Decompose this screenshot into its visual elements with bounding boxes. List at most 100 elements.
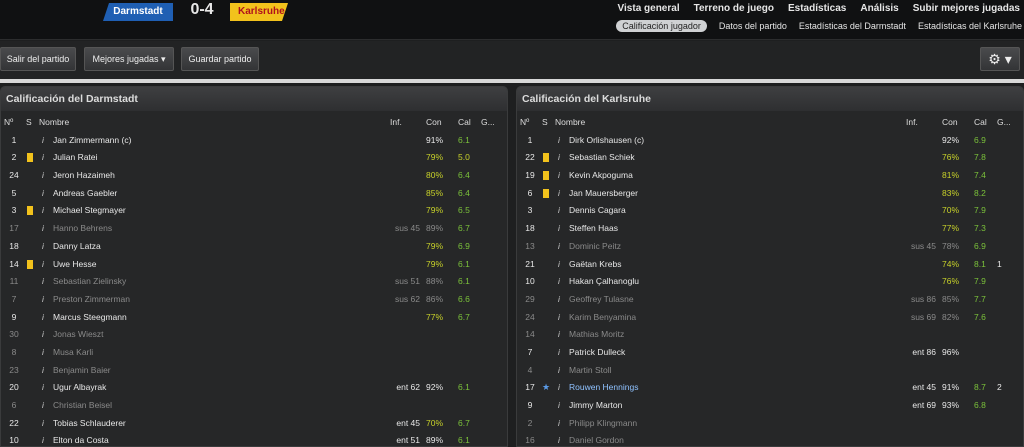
col-name[interactable]: Nombre [39,114,69,132]
table-row[interactable]: 7 i Patrick Dulleck ent 86 96% [517,344,1023,362]
table-row[interactable]: 7 i Preston Zimmerman sus 62 86% 6.6 [1,291,507,309]
player-name[interactable]: Sebastian Zielinsky [53,273,126,291]
col-condition[interactable]: Con [942,114,968,132]
player-name[interactable]: Sebastian Schiek [569,149,635,167]
col-number[interactable]: Nº [4,114,24,132]
table-row[interactable]: 3 i Michael Stegmayer 79% 6.5 [1,202,507,220]
player-name[interactable]: Steffen Haas [569,220,618,238]
info-icon[interactable]: i [42,379,44,397]
table-row[interactable]: 13 i Dominic Peitz sus 45 78% 6.9 [517,238,1023,256]
info-icon[interactable]: i [558,344,560,362]
col-number[interactable]: Nº [520,114,540,132]
player-name[interactable]: Jimmy Marton [569,397,622,415]
player-name[interactable]: Marcus Steegmann [53,309,127,327]
player-name[interactable]: Jan Zimmermann (c) [53,132,131,150]
table-row[interactable]: 5 i Andreas Gaebler 85% 6.4 [1,185,507,203]
col-name[interactable]: Nombre [555,114,585,132]
player-name[interactable]: Hanno Behrens [53,220,112,238]
nav-analysis[interactable]: Análisis [860,3,898,14]
info-icon[interactable]: i [558,362,560,380]
col-status[interactable]: S [26,114,34,132]
table-row[interactable]: 16 i Daniel Gordon [517,432,1023,446]
info-icon[interactable]: i [558,167,560,185]
player-name[interactable]: Philipp Klingmann [569,415,637,433]
player-name[interactable]: Musa Karli [53,344,93,362]
table-row[interactable]: 6 i Christian Beisel [1,397,507,415]
info-icon[interactable]: i [558,185,560,203]
player-name[interactable]: Preston Zimmerman [53,291,130,309]
player-name[interactable]: Julian Ratei [53,149,97,167]
table-row[interactable]: 9 i Marcus Steegmann 77% 6.7 [1,309,507,327]
highlights-dropdown-button[interactable]: Mejores jugadas ▾ [84,47,174,71]
settings-gear-button[interactable]: ⚙ ▾ [980,47,1020,71]
info-icon[interactable]: i [558,238,560,256]
info-icon[interactable]: i [558,309,560,327]
table-row[interactable]: 8 i Musa Karli [1,344,507,362]
info-icon[interactable]: i [42,397,44,415]
table-row[interactable]: 18 i Steffen Haas 77% 7.3 [517,220,1023,238]
player-name[interactable]: Christian Beisel [53,397,112,415]
player-name[interactable]: Benjamin Baier [53,362,111,380]
player-name[interactable]: Andreas Gaebler [53,185,117,203]
info-icon[interactable]: i [42,273,44,291]
table-row[interactable]: 29 i Geoffrey Tulasne sus 86 85% 7.7 [517,291,1023,309]
info-icon[interactable]: i [558,379,560,397]
table-row[interactable]: 2 i Julian Ratei 79% 5.0 [1,149,507,167]
player-name[interactable]: Rouwen Hennings [569,379,638,397]
table-row[interactable]: 2 i Philipp Klingmann [517,415,1023,433]
player-name[interactable]: Dennis Cagara [569,202,626,220]
info-icon[interactable]: i [558,202,560,220]
info-icon[interactable]: i [558,273,560,291]
table-row[interactable]: 10 i Hakan Çalhanoglu 76% 7.9 [517,273,1023,291]
table-row[interactable]: 17 ★ i Rouwen Hennings ent 45 91% 8.7 2 [517,379,1023,397]
table-row[interactable]: 17 i Hanno Behrens sus 45 89% 6.7 [1,220,507,238]
player-name[interactable]: Patrick Dulleck [569,344,625,362]
info-icon[interactable]: i [558,256,560,274]
col-info[interactable]: Inf. [390,114,420,132]
table-row[interactable]: 24 i Jeron Hazaimeh 80% 6.4 [1,167,507,185]
col-status[interactable]: S [542,114,550,132]
info-icon[interactable]: i [42,326,44,344]
player-name[interactable]: Daniel Gordon [569,432,624,446]
table-row[interactable]: 22 i Tobias Schlauderer ent 45 70% 6.7 [1,415,507,433]
player-name[interactable]: Danny Latza [53,238,101,256]
table-row[interactable]: 1 i Dirk Orlishausen (c) 92% 6.9 [517,132,1023,150]
player-name[interactable]: Martin Stoll [569,362,612,380]
info-icon[interactable]: i [42,362,44,380]
info-icon[interactable]: i [42,238,44,256]
info-icon[interactable]: i [558,432,560,446]
table-row[interactable]: 9 i Jimmy Marton ent 69 93% 6.8 [517,397,1023,415]
col-rating[interactable]: Cal [974,114,994,132]
info-icon[interactable]: i [42,132,44,150]
player-name[interactable]: Geoffrey Tulasne [569,291,634,309]
info-icon[interactable]: i [42,167,44,185]
player-name[interactable]: Jonas Wieszt [53,326,104,344]
player-name[interactable]: Hakan Çalhanoglu [569,273,639,291]
table-row[interactable]: 20 i Ugur Albayrak ent 62 92% 6.1 [1,379,507,397]
player-name[interactable]: Karim Benyamina [569,309,636,327]
info-icon[interactable]: i [558,326,560,344]
col-goals[interactable]: G... [481,114,495,132]
table-row[interactable]: 23 i Benjamin Baier [1,362,507,380]
nav-pitch[interactable]: Terreno de juego [694,3,774,14]
table-row[interactable]: 14 i Mathias Moritz [517,326,1023,344]
table-row[interactable]: 24 i Karim Benyamina sus 69 82% 7.6 [517,309,1023,327]
table-row[interactable]: 18 i Danny Latza 79% 6.9 [1,238,507,256]
info-icon[interactable]: i [42,432,44,446]
info-icon[interactable]: i [42,309,44,327]
home-team-badge[interactable]: Darmstadt [103,3,173,21]
info-icon[interactable]: i [558,291,560,309]
leave-match-button[interactable]: Salir del partido [0,47,76,71]
player-name[interactable]: Tobias Schlauderer [53,415,126,433]
player-name[interactable]: Dirk Orlishausen (c) [569,132,644,150]
info-icon[interactable]: i [42,344,44,362]
tab-player-ratings[interactable]: Calificación jugador [616,20,707,32]
table-row[interactable]: 19 i Kevin Akpoguma 81% 7.4 [517,167,1023,185]
info-icon[interactable]: i [42,220,44,238]
info-icon[interactable]: i [42,415,44,433]
player-name[interactable]: Jan Mauersberger [569,185,638,203]
tab-darmstadt-stats[interactable]: Estadísticas del Darmstadt [799,21,906,31]
player-name[interactable]: Gaëtan Krebs [569,256,621,274]
col-condition[interactable]: Con [426,114,452,132]
player-name[interactable]: Uwe Hesse [53,256,96,274]
